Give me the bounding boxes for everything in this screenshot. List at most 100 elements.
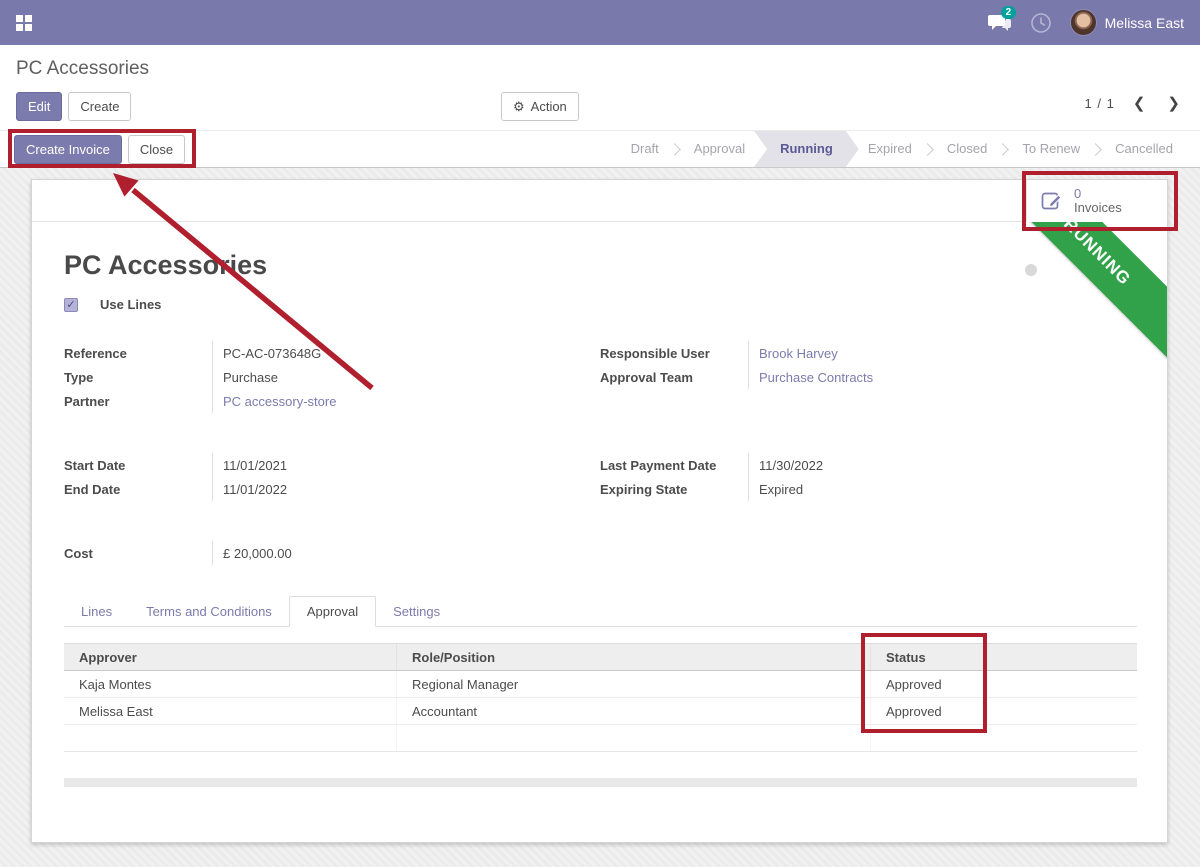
type-label: Type (64, 365, 212, 389)
user-avatar (1070, 9, 1097, 36)
use-lines-label: Use Lines (100, 297, 161, 312)
edit-button[interactable]: Edit (16, 92, 62, 121)
tab-lines[interactable]: Lines (64, 597, 129, 626)
start-date-label: Start Date (64, 453, 212, 477)
start-date-field: Start Date 11/01/2021 (64, 453, 534, 477)
pager-previous-button[interactable]: ❮ (1129, 92, 1150, 114)
table-row[interactable]: Melissa East Accountant Approved (64, 698, 1137, 725)
step-cancelled[interactable]: Cancelled (1098, 131, 1190, 167)
last-payment-date-label: Last Payment Date (600, 453, 748, 477)
messages-badge: 2 (1001, 6, 1017, 19)
cell-role: Accountant (397, 698, 871, 724)
apps-square (16, 15, 23, 22)
reference-label: Reference (64, 341, 212, 365)
user-menu[interactable]: Melissa East (1070, 9, 1184, 36)
step-running-active[interactable]: Running (754, 131, 859, 167)
expiring-state-label: Expiring State (600, 477, 748, 501)
empty-cell (871, 725, 1137, 751)
field-group-right-2: Last Payment Date 11/30/2022 Expiring St… (600, 453, 1137, 501)
step-draft[interactable]: Draft (614, 131, 676, 167)
approval-team-field: Approval Team Purchase Contracts (600, 365, 1137, 389)
statusbar-steps: Draft Approval Running Expired Closed To… (614, 131, 1190, 167)
action-label: Action (531, 99, 567, 114)
field-group-left-1: Reference PC-AC-073648G Type Purchase Pa… (64, 341, 534, 413)
reference-value: PC-AC-073648G (212, 341, 534, 365)
top-navbar: 2 Melissa East (0, 0, 1200, 45)
apps-square (25, 24, 32, 31)
stat-text: 0 Invoices (1074, 187, 1122, 215)
edit-pencil-icon (1040, 189, 1064, 213)
field-group-left-2: Start Date 11/01/2021 End Date 11/01/202… (64, 453, 534, 501)
responsible-user-label: Responsible User (600, 341, 748, 365)
cell-role: Regional Manager (397, 671, 871, 697)
responsible-user-link[interactable]: Brook Harvey (748, 341, 1137, 365)
record-title: PC Accessories (64, 250, 267, 281)
responsible-user-field: Responsible User Brook Harvey (600, 341, 1137, 365)
start-date-value: 11/01/2021 (212, 453, 534, 477)
pager-next-button[interactable]: ❯ (1163, 92, 1184, 114)
action-menu: ⚙ Action (501, 92, 579, 121)
create-button[interactable]: Create (68, 92, 131, 121)
pager: 1 / 1 ❮ ❯ (1085, 92, 1184, 114)
button-box: 0 Invoices (32, 180, 1167, 222)
header-role-position[interactable]: Role/Position (397, 644, 871, 670)
apps-square (25, 15, 32, 22)
close-button[interactable]: Close (128, 135, 185, 164)
cost-field: Cost £ 20,000.00 (64, 541, 534, 565)
use-lines-checkbox[interactable]: ✓ (64, 298, 78, 312)
tab-approval-active[interactable]: Approval (289, 596, 376, 627)
field-group-right-1: Responsible User Brook Harvey Approval T… (600, 341, 1137, 389)
navbar-right: 2 Melissa East (988, 9, 1184, 36)
table-row[interactable]: Kaja Montes Regional Manager Approved (64, 671, 1137, 698)
create-invoice-button[interactable]: Create Invoice (14, 135, 122, 164)
expiring-state-field: Expiring State Expired (600, 477, 1137, 501)
invoices-stat-button[interactable]: 0 Invoices (1026, 180, 1167, 222)
statusbar-buttons: Create Invoice Close (14, 135, 185, 164)
apps-menu-icon[interactable] (16, 15, 32, 31)
end-date-value: 11/01/2022 (212, 477, 534, 501)
expiring-state-value: Expired (748, 477, 1137, 501)
tab-terms-and-conditions[interactable]: Terms and Conditions (129, 597, 289, 626)
gear-icon: ⚙ (513, 99, 525, 114)
type-field: Type Purchase (64, 365, 534, 389)
step-closed[interactable]: Closed (930, 131, 1004, 167)
activity-clock-icon[interactable] (1030, 12, 1052, 34)
last-payment-date-field: Last Payment Date 11/30/2022 (600, 453, 1137, 477)
notebook-tabs: Lines Terms and Conditions Approval Sett… (64, 596, 1137, 627)
last-payment-date-value: 11/30/2022 (748, 453, 1137, 477)
control-panel-buttons: Edit Create (16, 92, 131, 121)
cell-status: Approved (871, 698, 1137, 724)
cell-approver: Melissa East (64, 698, 397, 724)
step-approval[interactable]: Approval (677, 131, 762, 167)
step-to-renew[interactable]: To Renew (1005, 131, 1097, 167)
cell-status: Approved (871, 671, 1137, 697)
status-dot (1025, 264, 1037, 276)
approval-table: Approver Role/Position Status Kaja Monte… (64, 643, 1137, 752)
cost-label: Cost (64, 541, 212, 565)
end-date-label: End Date (64, 477, 212, 501)
user-name: Melissa East (1105, 15, 1184, 31)
breadcrumb[interactable]: PC Accessories (16, 58, 149, 80)
end-date-field: End Date 11/01/2022 (64, 477, 534, 501)
form-sheet: RUNNING 0 Invoices PC Accessories ✓ Use … (31, 179, 1168, 843)
action-button[interactable]: ⚙ Action (501, 92, 579, 121)
partner-label: Partner (64, 389, 212, 413)
invoices-label: Invoices (1074, 201, 1122, 215)
messages-button[interactable]: 2 (988, 13, 1012, 33)
use-lines-field: ✓ Use Lines (64, 297, 161, 312)
pager-value: 1 / 1 (1085, 96, 1115, 111)
list-footer-bar (64, 778, 1137, 787)
tab-settings[interactable]: Settings (376, 597, 457, 626)
table-empty-row (64, 725, 1137, 752)
type-value: Purchase (212, 365, 534, 389)
step-expired[interactable]: Expired (851, 131, 929, 167)
apps-square (16, 24, 23, 31)
header-approver[interactable]: Approver (64, 644, 397, 670)
table-header-row: Approver Role/Position Status (64, 643, 1137, 671)
approval-team-link[interactable]: Purchase Contracts (748, 365, 1137, 389)
approval-team-label: Approval Team (600, 365, 748, 389)
invoices-count: 0 (1074, 187, 1122, 201)
header-status[interactable]: Status (871, 644, 1137, 670)
partner-link[interactable]: PC accessory-store (212, 389, 534, 413)
cell-approver: Kaja Montes (64, 671, 397, 697)
